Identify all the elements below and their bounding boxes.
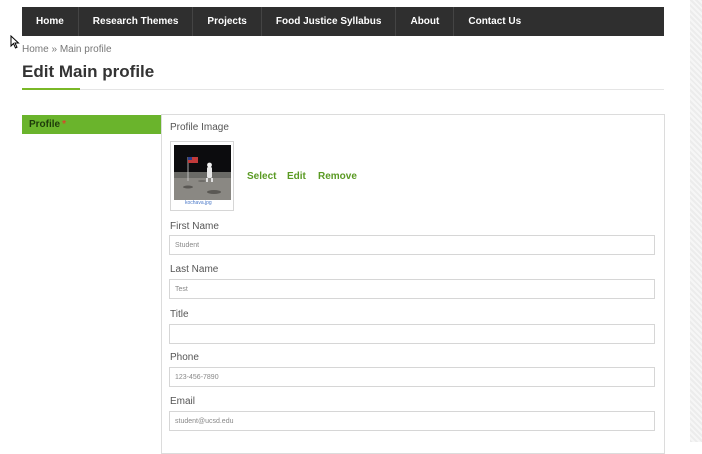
title-label: Title (170, 309, 189, 320)
breadcrumb-separator: » (51, 44, 58, 55)
tab-profile-label: Profile (29, 119, 61, 130)
profile-image-label: Profile Image (170, 122, 229, 133)
nav-item-projects[interactable]: Projects (193, 7, 262, 36)
last-name-label: Last Name (170, 264, 219, 275)
mouse-cursor-icon (10, 35, 20, 49)
image-edit-link[interactable]: Edit (287, 171, 306, 182)
phone-field[interactable]: 123-456-7890 (169, 367, 655, 387)
tab-profile[interactable]: Profile * (22, 115, 161, 134)
image-remove-link[interactable]: Remove (318, 171, 357, 182)
profile-image-filename: kochava.jpg (185, 200, 212, 206)
nav-item-research-themes[interactable]: Research Themes (79, 7, 194, 36)
first-name-label: First Name (170, 221, 219, 232)
main-nav: Home Research Themes Projects Food Justi… (22, 7, 664, 36)
page-title: Edit Main profile (22, 62, 155, 81)
required-marker: * (62, 119, 67, 130)
phone-label: Phone (170, 352, 199, 363)
nav-item-home[interactable]: Home (22, 7, 79, 36)
title-underline-divider (80, 89, 664, 90)
title-underline-accent (22, 88, 80, 90)
title-field[interactable] (169, 324, 655, 344)
nav-item-about[interactable]: About (396, 7, 455, 36)
profile-image-thumbnail[interactable]: kochava.jpg (170, 141, 234, 211)
nav-item-contact-us[interactable]: Contact Us (454, 7, 535, 36)
breadcrumb-home-link[interactable]: Home (22, 44, 49, 55)
email-field[interactable]: student@ucsd.edu (169, 411, 655, 431)
scrollbar-gutter[interactable] (690, 0, 702, 442)
nav-item-food-justice-syllabus[interactable]: Food Justice Syllabus (262, 7, 397, 36)
image-select-link[interactable]: Select (247, 171, 276, 182)
breadcrumb-current: Main profile (59, 44, 112, 55)
first-name-field[interactable]: Student (169, 235, 655, 255)
last-name-field[interactable]: Test (169, 279, 655, 299)
breadcrumb: Home » Main profile (22, 44, 112, 55)
profile-photo-image (174, 145, 231, 200)
email-label: Email (170, 396, 196, 407)
